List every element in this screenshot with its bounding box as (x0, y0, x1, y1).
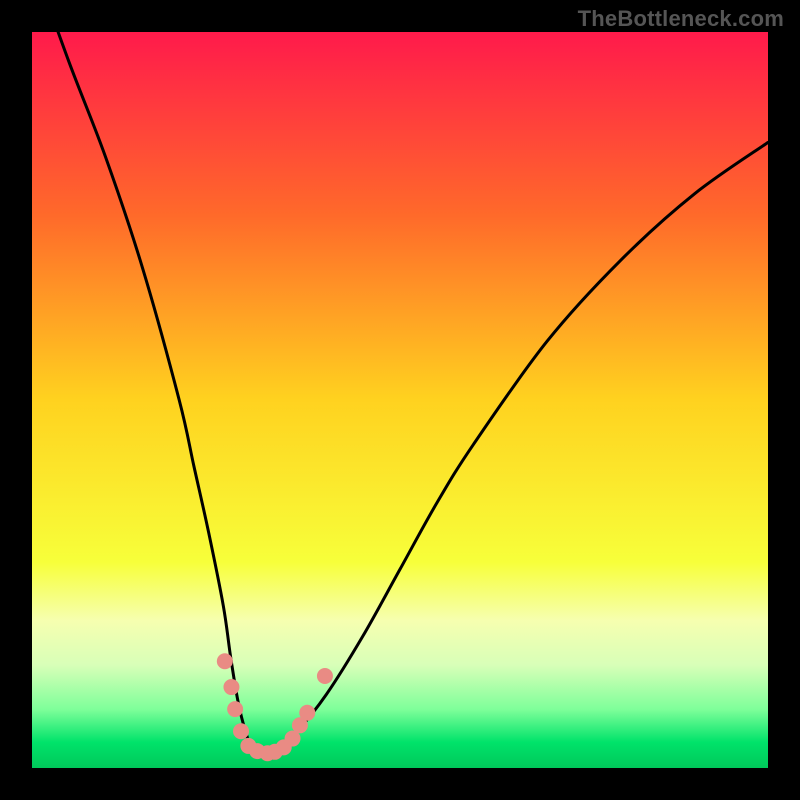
gradient-background (32, 32, 768, 768)
highlight-dot (233, 723, 249, 739)
highlight-dot (217, 653, 233, 669)
chart-svg (32, 32, 768, 768)
chart-plot-area (32, 32, 768, 768)
highlight-dot (299, 705, 315, 721)
highlight-dot (223, 679, 239, 695)
watermark-text: TheBottleneck.com (578, 6, 784, 32)
highlight-dot (227, 701, 243, 717)
highlight-dot (317, 668, 333, 684)
chart-frame: TheBottleneck.com (0, 0, 800, 800)
